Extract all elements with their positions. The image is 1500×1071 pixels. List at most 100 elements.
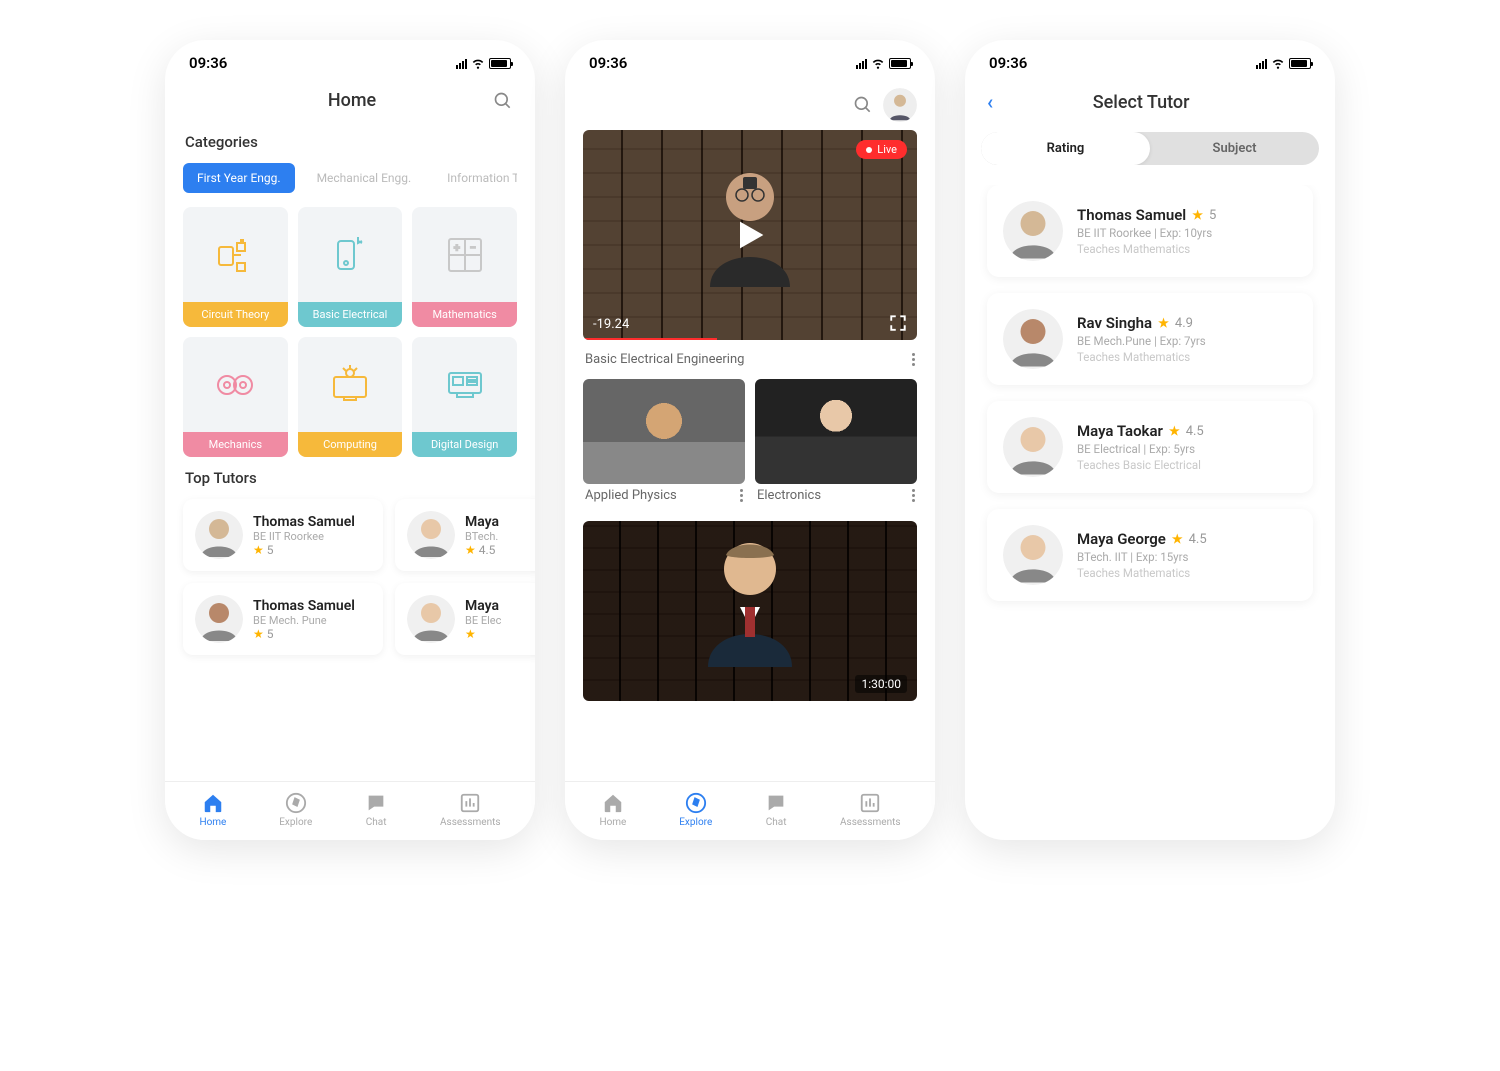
live-label: Live (877, 143, 897, 156)
star-icon: ★ (253, 543, 264, 557)
tutor-detail: BE Electrical | Exp: 5yrs (1077, 442, 1204, 456)
category-label: Mechanics (183, 432, 288, 457)
home-icon (602, 792, 624, 814)
compass-icon (285, 792, 307, 814)
nav-label: Explore (279, 817, 312, 828)
svg-text:−: − (470, 243, 476, 254)
wifi-icon (871, 56, 885, 70)
video-player-main[interactable]: Live -19.24 (583, 130, 917, 340)
video-card-large[interactable]: 1:30:00 (583, 521, 917, 701)
battery-icon (1289, 58, 1311, 69)
tutor-list-item[interactable]: Thomas Samuel ★ 5 BE IIT Roorkee | Exp: … (987, 185, 1313, 277)
more-icon[interactable] (912, 353, 915, 366)
explore-content: Live -19.24 Basic Electrical Engineering… (565, 130, 935, 781)
tutor-row: Thomas Samuel BE IIT Roorkee ★5 Maya BTe… (183, 499, 517, 571)
category-label: Basic Electrical (298, 302, 403, 327)
category-label: Digital Design (412, 432, 517, 457)
category-card[interactable]: Digital Design (412, 337, 517, 457)
category-card[interactable]: +−Mathematics (412, 207, 517, 327)
search-icon[interactable] (853, 95, 873, 115)
tutor-rating: ★4.5 (465, 543, 499, 557)
tutor-list-item[interactable]: Rav Singha ★ 4.9 BE Mech.Pune | Exp: 7yr… (987, 293, 1313, 385)
nav-home[interactable]: Home (199, 792, 226, 828)
video-title: Electronics (757, 488, 821, 503)
expand-icon[interactable] (889, 314, 907, 332)
top-tutors-heading: Top Tutors (185, 469, 515, 487)
category-label: Mathematics (412, 302, 517, 327)
video-presenter-icon (690, 527, 810, 667)
battery-icon (889, 58, 911, 69)
home-icon (202, 792, 224, 814)
status-icons (456, 56, 511, 70)
nav-chat[interactable]: Chat (365, 792, 387, 828)
tutor-name-row: Thomas Samuel ★ 5 (1077, 206, 1216, 224)
video-card[interactable]: Applied Physics (583, 379, 745, 515)
category-card[interactable]: Mechanics (183, 337, 288, 457)
category-icon (298, 337, 403, 432)
nav-label: Home (199, 817, 226, 828)
header (565, 80, 935, 130)
tutor-card[interactable]: Maya BTech. ★4.5 (395, 499, 535, 571)
category-chip[interactable]: Mechanical Engg. (303, 163, 426, 193)
nav-label: Chat (366, 817, 387, 828)
tutor-rating: ★5 (253, 543, 355, 557)
category-icon (183, 337, 288, 432)
tutor-name: Rav Singha (1077, 314, 1152, 332)
tutor-avatar (1003, 309, 1063, 369)
page-title: Select Tutor (993, 92, 1289, 113)
star-icon: ★ (253, 627, 264, 641)
star-icon: ★ (1172, 532, 1183, 546)
category-chips[interactable]: First Year Engg. Mechanical Engg.Informat… (183, 163, 517, 193)
tutor-name: Thomas Samuel (1077, 206, 1186, 224)
home-content: Categories First Year Engg.Mechanical En… (165, 121, 535, 781)
tutor-avatar (195, 511, 243, 559)
tutor-rating: 4.5 (1189, 532, 1207, 547)
nav-label: Home (599, 817, 626, 828)
tutor-name: Maya George (1077, 530, 1166, 548)
category-card[interactable]: Computing (298, 337, 403, 457)
tutor-name: Thomas Samuel (253, 514, 355, 530)
nav-home[interactable]: Home (599, 792, 626, 828)
tutor-rating: 4.9 (1175, 316, 1193, 331)
status-icons (856, 56, 911, 70)
category-card[interactable]: Circuit Theory (183, 207, 288, 327)
video-timer: -19.24 (593, 317, 629, 332)
tutor-rating: 5 (1209, 208, 1216, 223)
play-icon[interactable] (730, 215, 770, 255)
nav-compass[interactable]: Explore (279, 792, 312, 828)
video-progress[interactable] (583, 338, 717, 340)
category-chip[interactable]: First Year Engg. (183, 163, 295, 193)
tutor-card[interactable]: Thomas Samuel BE Mech. Pune ★5 (183, 583, 383, 655)
nav-chat[interactable]: Chat (765, 792, 787, 828)
tab-rating[interactable]: Rating (981, 132, 1150, 165)
page-title: Home (211, 90, 493, 111)
tutor-avatar (407, 595, 455, 643)
nav-bars[interactable]: Assessments (840, 792, 901, 828)
tutor-subtitle: BE Mech. Pune (253, 614, 355, 627)
segmented-control[interactable]: RatingSubject (981, 132, 1319, 165)
bottom-nav: Home Explore Chat Assessments (165, 781, 535, 840)
tutor-list-item[interactable]: Maya Taokar ★ 4.5 BE Electrical | Exp: 5… (987, 401, 1313, 493)
tab-subject[interactable]: Subject (1150, 132, 1319, 165)
header: Home (165, 80, 535, 121)
category-chip[interactable]: Information T (433, 163, 517, 193)
tutor-card[interactable]: Maya BE Elec ★ (395, 583, 535, 655)
tutor-name: Maya (465, 598, 501, 614)
nav-compass[interactable]: Explore (679, 792, 712, 828)
category-icon: +− (412, 207, 517, 302)
profile-avatar[interactable] (883, 88, 917, 122)
tutor-list-item[interactable]: Maya George ★ 4.5 BTech. IIT | Exp: 15yr… (987, 509, 1313, 601)
tutor-card[interactable]: Thomas Samuel BE IIT Roorkee ★5 (183, 499, 383, 571)
bars-icon (459, 792, 481, 814)
video-duration: 1:30:00 (855, 675, 907, 693)
bars-icon (859, 792, 881, 814)
tutor-rating: ★ (465, 627, 501, 641)
nav-bars[interactable]: Assessments (440, 792, 501, 828)
search-icon[interactable] (493, 91, 513, 111)
tutor-teaches: Teaches Basic Electrical (1077, 458, 1204, 472)
video-card[interactable]: Electronics (755, 379, 917, 515)
more-icon[interactable] (740, 489, 743, 502)
more-icon[interactable] (912, 489, 915, 502)
category-card[interactable]: Basic Electrical (298, 207, 403, 327)
video-thumbnail (755, 379, 917, 484)
